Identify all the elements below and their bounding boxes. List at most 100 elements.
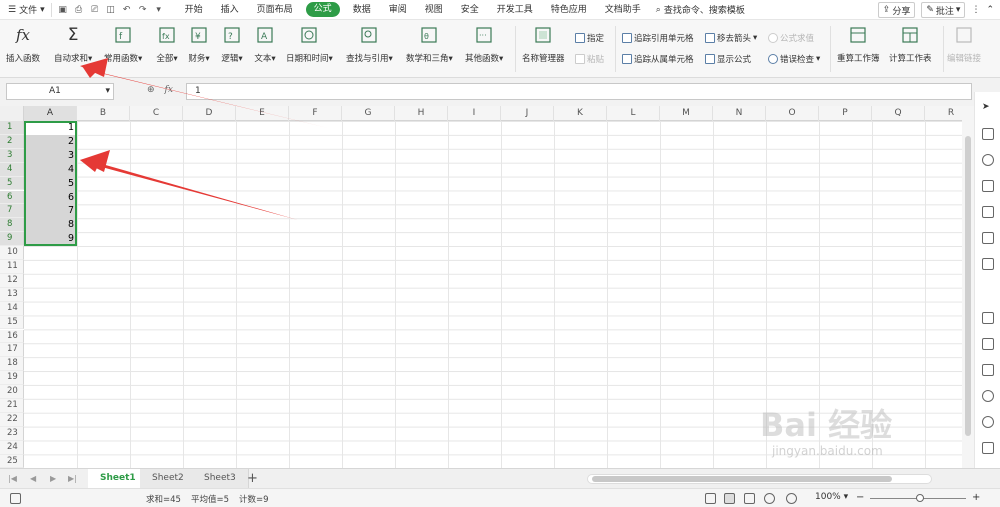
- cell-a-value[interactable]: 2: [24, 135, 77, 149]
- collapse-ribbon-icon[interactable]: ⌃: [986, 5, 994, 15]
- row-header[interactable]: 22: [0, 412, 24, 427]
- row-header[interactable]: 8: [0, 218, 24, 233]
- row-header[interactable]: 18: [0, 357, 24, 372]
- row-header[interactable]: 11: [0, 260, 24, 274]
- formula-evaluate-button[interactable]: 公式求值: [768, 32, 814, 44]
- cell-a-value[interactable]: 7: [24, 204, 77, 218]
- cell-a-value[interactable]: 5: [24, 177, 77, 191]
- datetime-button[interactable]: 日期和时间▾: [286, 24, 333, 64]
- share-button[interactable]: ⇪ 分享: [877, 2, 916, 18]
- horizontal-scrollbar[interactable]: [587, 474, 932, 484]
- zoom-slider-thumb[interactable]: [916, 494, 924, 502]
- status-icon[interactable]: [10, 493, 21, 504]
- share-icon[interactable]: [982, 338, 994, 350]
- add-sheet-button[interactable]: +: [247, 471, 258, 486]
- row-header[interactable]: 12: [0, 273, 24, 288]
- cell-a-value[interactable]: 6: [24, 191, 77, 205]
- column-header-e[interactable]: E: [236, 106, 289, 121]
- backup-icon[interactable]: [982, 390, 994, 402]
- common-functions-button[interactable]: f 常用函数▾: [104, 24, 142, 64]
- fx-button[interactable]: fx: [165, 85, 173, 95]
- cell-a-value[interactable]: 9: [24, 232, 77, 246]
- shape-icon[interactable]: [982, 154, 994, 166]
- column-header-l[interactable]: L: [607, 106, 660, 121]
- row-header[interactable]: 2: [0, 134, 24, 149]
- column-header-o[interactable]: O: [766, 106, 819, 121]
- tab-insert[interactable]: 插入: [212, 0, 248, 20]
- other-functions-button[interactable]: ··· 其他函数▾: [465, 24, 503, 64]
- last-sheet-icon[interactable]: ▶|: [68, 474, 77, 483]
- column-header-j[interactable]: J: [501, 106, 554, 121]
- column-header-p[interactable]: P: [819, 106, 872, 121]
- file-menu[interactable]: ☰ 文件 ▾: [0, 0, 51, 20]
- logic-button[interactable]: ? 逻辑▾: [221, 24, 243, 64]
- row-header[interactable]: 9: [0, 232, 24, 247]
- table-icon[interactable]: [982, 180, 994, 192]
- text-functions-button[interactable]: A 文本▾: [254, 24, 276, 64]
- row-header[interactable]: 6: [0, 190, 24, 205]
- select-all-corner[interactable]: [0, 106, 24, 121]
- show-formulas-button[interactable]: 显示公式: [705, 53, 751, 65]
- tab-page-layout[interactable]: 页面布局: [248, 0, 302, 20]
- more-options-icon[interactable]: ⋮: [971, 5, 980, 15]
- fullscreen-icon[interactable]: [705, 493, 716, 504]
- zoom-level[interactable]: 100% ▾: [815, 492, 848, 502]
- autosum-button[interactable]: Σ 自动求和▾: [54, 24, 92, 64]
- row-header[interactable]: 13: [0, 287, 24, 302]
- column-header-m[interactable]: M: [660, 106, 713, 121]
- column-header-b[interactable]: B: [77, 106, 130, 121]
- column-header-h[interactable]: H: [395, 106, 448, 121]
- zoom-out-icon[interactable]: −: [856, 492, 864, 503]
- export-icon[interactable]: ⎙: [74, 5, 84, 15]
- column-header-k[interactable]: K: [554, 106, 607, 121]
- tab-features[interactable]: 特色应用: [542, 0, 596, 20]
- tab-developer[interactable]: 开发工具: [488, 0, 542, 20]
- copy-icon[interactable]: [982, 128, 994, 140]
- row-header[interactable]: 4: [0, 162, 24, 177]
- row-header[interactable]: 21: [0, 399, 24, 413]
- column-header-a[interactable]: A: [24, 106, 77, 121]
- row-header[interactable]: 25: [0, 454, 24, 468]
- prev-sheet-icon[interactable]: ◀: [30, 474, 36, 483]
- zoom-in-icon[interactable]: +: [972, 492, 980, 503]
- column-header-n[interactable]: N: [713, 106, 766, 121]
- formula-input[interactable]: 1: [186, 83, 972, 100]
- eye-protection-icon[interactable]: [786, 493, 797, 504]
- zoom-formula-icon[interactable]: ⊕: [147, 85, 155, 95]
- row-header[interactable]: 15: [0, 315, 24, 330]
- trace-precedents-button[interactable]: 追踪引用单元格: [622, 32, 694, 44]
- vertical-scrollbar[interactable]: [962, 106, 974, 468]
- page-break-view-icon[interactable]: [744, 493, 755, 504]
- row-header[interactable]: 16: [0, 329, 24, 344]
- filter-icon[interactable]: [982, 232, 994, 244]
- print-icon[interactable]: ⎚: [90, 5, 100, 15]
- reading-mode-icon[interactable]: [764, 493, 775, 504]
- preview-icon[interactable]: ◫: [106, 5, 116, 15]
- lookup-button[interactable]: 查找与引用▾: [346, 24, 393, 64]
- column-header-q[interactable]: Q: [872, 106, 925, 121]
- column-header-g[interactable]: G: [342, 106, 395, 121]
- row-header[interactable]: 10: [0, 246, 24, 260]
- insert-function-button[interactable]: fx 插入函数: [6, 24, 40, 64]
- cell-a-value[interactable]: 3: [24, 149, 77, 163]
- cursor-icon[interactable]: ➤: [982, 102, 994, 114]
- document-icon[interactable]: [982, 258, 994, 270]
- name-manager-button[interactable]: 名称管理器: [522, 24, 565, 64]
- row-header[interactable]: 23: [0, 426, 24, 441]
- calc-sheet-button[interactable]: 计算工作表: [889, 24, 932, 64]
- tab-view[interactable]: 视图: [416, 0, 452, 20]
- tab-review[interactable]: 审阅: [380, 0, 416, 20]
- remove-arrows-button[interactable]: 移去箭头 ▾: [705, 32, 757, 44]
- row-header[interactable]: 20: [0, 385, 24, 399]
- row-header[interactable]: 17: [0, 343, 24, 358]
- cell-a-value[interactable]: 4: [24, 163, 77, 177]
- column-header-i[interactable]: I: [448, 106, 501, 121]
- vertical-scroll-thumb[interactable]: [965, 136, 971, 436]
- command-search[interactable]: ⌕ 查找命令、搜索模板: [656, 3, 745, 17]
- all-functions-button[interactable]: fx 全部▾: [156, 24, 178, 64]
- tab-formulas[interactable]: 公式: [305, 2, 340, 17]
- image-icon[interactable]: [982, 364, 994, 376]
- row-header[interactable]: 19: [0, 371, 24, 386]
- sheet-tab-sheet2[interactable]: Sheet2: [140, 469, 197, 488]
- grid-icon[interactable]: [982, 206, 994, 218]
